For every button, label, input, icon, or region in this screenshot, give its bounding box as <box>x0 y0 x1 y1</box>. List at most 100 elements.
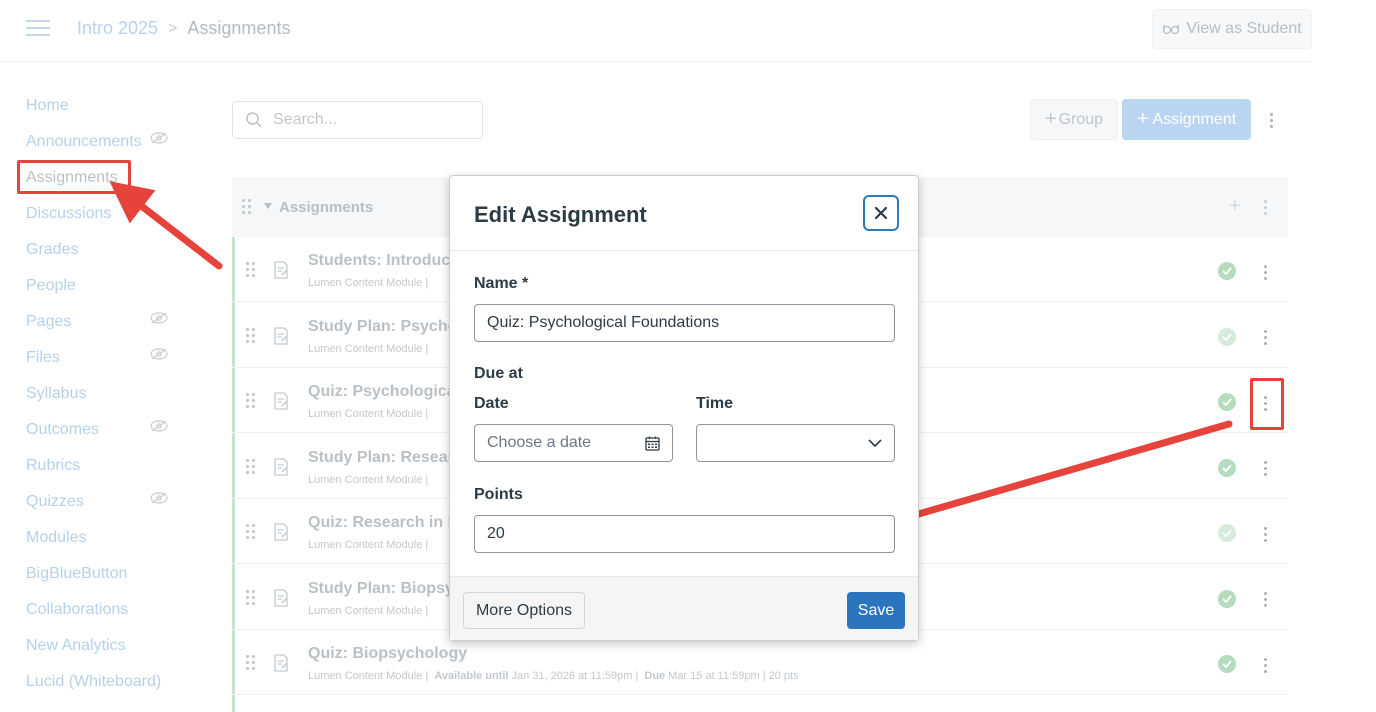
search-field[interactable]: Search... <box>232 101 483 139</box>
assignment-meta: Lumen Content Module | <box>308 539 429 551</box>
sidebar-item-quizzes[interactable]: Quizzes <box>26 492 186 528</box>
published-check-icon[interactable] <box>1218 327 1236 346</box>
row-options-kebab-icon[interactable] <box>1257 590 1273 610</box>
drag-handle-icon[interactable] <box>246 524 256 540</box>
sidebar-item-grades[interactable]: Grades <box>26 240 186 276</box>
published-check-icon[interactable] <box>1218 262 1236 280</box>
sidebar-item-outcomes[interactable]: Outcomes <box>26 420 186 456</box>
page-options-kebab-icon[interactable] <box>1263 110 1279 130</box>
assignment-title-link[interactable]: Study Plan: Psychol <box>308 318 462 336</box>
dialog-footer: More Options Save <box>450 576 918 640</box>
drag-handle-icon[interactable] <box>246 458 256 475</box>
published-check-icon[interactable] <box>1218 524 1236 542</box>
sidebar-item-syllabus[interactable]: Syllabus <box>26 384 186 420</box>
eye-hidden-icon <box>150 420 168 432</box>
sidebar-item-label: Files <box>26 349 60 366</box>
published-check-icon[interactable] <box>1218 655 1236 673</box>
assignment-title-link[interactable]: Study Plan: Research <box>308 449 473 467</box>
eye-hidden-icon <box>150 312 168 324</box>
sidebar-item-label: Lucid (Whiteboard) <box>26 673 162 690</box>
assignment-meta: Lumen Content Module | Available until Ja… <box>308 670 799 682</box>
assignment-meta: Lumen Content Module | <box>308 342 429 355</box>
dialog-title: Edit Assignment <box>474 202 647 227</box>
eye-hidden-icon <box>150 132 168 144</box>
drag-handle-icon[interactable] <box>246 655 256 671</box>
view-as-student-button[interactable]: View as Student <box>1152 9 1312 49</box>
add-assignment-button[interactable]: + Assignment <box>1122 99 1251 140</box>
row-options-kebab-icon[interactable] <box>1257 262 1273 282</box>
assignment-icon <box>274 261 288 279</box>
assignment-icon <box>274 588 288 607</box>
more-options-button[interactable]: More Options <box>463 592 585 629</box>
calendar-icon[interactable] <box>645 436 660 451</box>
name-input[interactable]: Quiz: Psychological Foundations <box>474 304 895 342</box>
sidebar-item-new-analytics[interactable]: New Analytics <box>26 636 186 672</box>
sidebar-item-files[interactable]: Files <box>26 348 186 384</box>
assignment-icon <box>274 654 288 672</box>
assignment-title-link[interactable]: Quiz: Research in Ps <box>308 514 467 532</box>
assignment-icon <box>274 457 288 476</box>
assignment-icon <box>274 326 288 345</box>
points-label: Points <box>474 486 523 503</box>
date-label: Date <box>474 395 509 412</box>
published-check-icon[interactable] <box>1218 589 1236 608</box>
sidebar-item-people[interactable]: People <box>26 276 186 312</box>
assignment-group-title: Assignments <box>279 199 374 216</box>
sidebar-item-label: Quizzes <box>26 493 84 510</box>
assignment-meta-meta-prefix: Lumen Content Module | <box>308 670 432 682</box>
sidebar-item-label: Modules <box>26 529 87 546</box>
sidebar-item-bigbluebutton[interactable]: BigBlueButton <box>26 564 186 600</box>
eye-hidden-icon <box>150 348 168 360</box>
drag-handle-icon[interactable] <box>242 199 252 215</box>
sidebar-item-label: Rubrics <box>26 457 81 474</box>
eye-hidden-icon <box>150 492 168 504</box>
edit-assignment-dialog: Edit Assignment Name * Quiz: Psychologic… <box>449 175 919 641</box>
row-options-kebab-icon[interactable] <box>1257 655 1273 675</box>
sidebar-item-modules[interactable]: Modules <box>26 528 186 564</box>
assignment-meta-meta-sep: | <box>632 670 642 682</box>
assignment-title-link[interactable]: Quiz: Psychological <box>308 383 460 401</box>
assignment-icon <box>274 523 288 541</box>
sidebar-item-label: Outcomes <box>26 421 99 438</box>
published-check-icon[interactable] <box>1218 458 1236 477</box>
dialog-divider <box>450 250 918 251</box>
published-check-icon[interactable] <box>1218 393 1236 411</box>
sidebar-item-home[interactable]: Home <box>26 96 186 132</box>
sidebar-item-rubrics[interactable]: Rubrics <box>26 456 186 492</box>
drag-handle-icon[interactable] <box>246 327 256 344</box>
save-button[interactable]: Save <box>847 592 905 629</box>
add-group-button[interactable]: + Group <box>1030 99 1118 140</box>
group-options-kebab-icon[interactable] <box>1257 197 1273 217</box>
row-options-kebab-icon[interactable] <box>1257 328 1273 348</box>
sidebar-item-collaborations[interactable]: Collaborations <box>26 600 186 636</box>
assignment-title-link[interactable]: Study Plan: Biopsych <box>308 580 472 598</box>
sidebar-item-lucid-whiteboard[interactable]: Lucid (Whiteboard) <box>26 672 186 708</box>
time-select[interactable] <box>696 424 895 462</box>
assignment-title-link[interactable]: Students: Introduce <box>308 252 459 270</box>
close-dialog-button[interactable] <box>863 195 899 231</box>
sidebar-item-label: Pages <box>26 313 72 330</box>
search-input[interactable]: Search... <box>273 111 337 129</box>
view-as-student-label: View as Student <box>1186 20 1302 37</box>
row-options-kebab-icon[interactable] <box>1257 459 1273 479</box>
sidebar-item-label: BigBlueButton <box>26 565 128 582</box>
drag-handle-icon[interactable] <box>246 393 256 409</box>
breadcrumb-course-link[interactable]: Intro 2025 <box>77 18 158 39</box>
drag-handle-icon[interactable] <box>246 589 256 606</box>
row-options-kebab-icon[interactable] <box>1257 524 1273 544</box>
due-at-label: Due at <box>474 365 523 382</box>
annotation-highlight-assignments <box>17 160 131 194</box>
drag-handle-icon[interactable] <box>246 262 256 278</box>
points-input[interactable]: 20 <box>474 515 895 553</box>
sidebar-item-pages[interactable]: Pages <box>26 312 186 348</box>
glasses-icon <box>1163 24 1180 35</box>
date-input[interactable]: Choose a date <box>474 424 673 462</box>
assignment-title-link[interactable]: Quiz: Biopsychology <box>308 645 467 663</box>
add-to-group-plus-icon[interactable]: + <box>1229 195 1241 218</box>
sidebar-item-discussions[interactable]: Discussions <box>26 204 186 240</box>
hamburger-menu-icon[interactable] <box>26 20 50 38</box>
collapse-caret-icon[interactable] <box>264 203 272 209</box>
assignment-meta: Lumen Content Module | <box>308 408 429 420</box>
search-icon <box>246 112 262 128</box>
add-group-label: Group <box>1058 110 1104 128</box>
